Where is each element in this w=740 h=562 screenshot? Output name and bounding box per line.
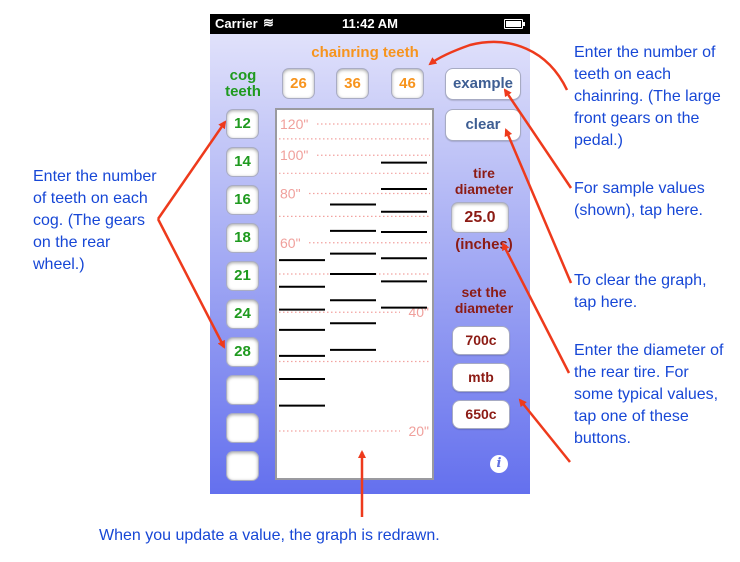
info-icon[interactable]: i <box>490 455 508 473</box>
tick-label-120: 120" <box>280 116 308 132</box>
chainring-teeth-label: chainring teeth <box>311 44 419 61</box>
graph-canvas: 120"100"80"60"40"20" <box>279 116 430 439</box>
chainring-input-3[interactable]: 46 <box>392 69 423 98</box>
set-diameter-label: set the diameter <box>442 284 526 316</box>
tire-unit-label: (inches) <box>455 236 513 253</box>
preset-mtb-button[interactable]: mtb <box>452 363 510 392</box>
tick-label-100: 100" <box>280 147 308 163</box>
cog-input-2[interactable]: 14 <box>227 148 258 176</box>
cog-input-6[interactable]: 24 <box>227 300 258 328</box>
cog-label-line1: cog <box>229 67 257 84</box>
tire-label-line2: diameter <box>454 181 514 197</box>
cog-label-line2: teeth <box>225 83 261 100</box>
cog-input-10[interactable] <box>227 452 258 480</box>
tire-diameter-input[interactable]: 25.0 <box>452 203 508 232</box>
chainring-input-1[interactable]: 26 <box>283 69 314 98</box>
cog-input-1[interactable]: 12 <box>227 110 258 138</box>
chainring-input-2[interactable]: 36 <box>337 69 368 98</box>
annotation-cog: Enter the number of teeth on each cog. (… <box>33 168 157 273</box>
annotation-clear: To clear the graph, tap here. <box>574 272 707 311</box>
annotation-tire: Enter the diameter of the rear tire. For… <box>574 342 724 447</box>
cog-input-4[interactable]: 18 <box>227 224 258 252</box>
tick-label-80: 80" <box>280 185 301 201</box>
cog-teeth-label: cog teeth <box>218 68 268 100</box>
preset-700c-button[interactable]: 700c <box>452 326 510 355</box>
cog-input-9[interactable] <box>227 414 258 442</box>
set-label-line1: set the <box>461 284 507 300</box>
cog-input-3[interactable]: 16 <box>227 186 258 214</box>
gear-inches-graph: 120" 100" 80" 60" 40" 20" <box>275 108 434 480</box>
tire-label-line1: tire <box>473 165 495 181</box>
annotation-chainring: Enter the number of teeth on each chainr… <box>574 44 721 149</box>
cog-input-8[interactable] <box>227 376 258 404</box>
tick-label-60: 60" <box>280 235 301 251</box>
status-bar: Carrier ≋ 11:42 AM <box>210 14 530 34</box>
example-button[interactable]: example <box>445 68 521 100</box>
battery-icon <box>504 19 525 29</box>
clock: 11:42 AM <box>342 16 398 31</box>
annotation-example: For sample values (shown), tap here. <box>574 180 705 219</box>
tick-label-20: 20" <box>408 423 429 439</box>
tire-diameter-label: tire diameter <box>442 165 526 197</box>
annotation-graph: When you update a value, the graph is re… <box>99 527 440 544</box>
set-label-line2: diameter <box>454 300 514 316</box>
cog-input-5[interactable]: 21 <box>227 262 258 290</box>
app-screen: Carrier ≋ 11:42 AM chainring teeth cog t… <box>210 14 530 494</box>
preset-650c-button[interactable]: 650c <box>452 400 510 429</box>
cog-input-7[interactable]: 28 <box>227 338 258 366</box>
clear-button[interactable]: clear <box>445 109 521 141</box>
